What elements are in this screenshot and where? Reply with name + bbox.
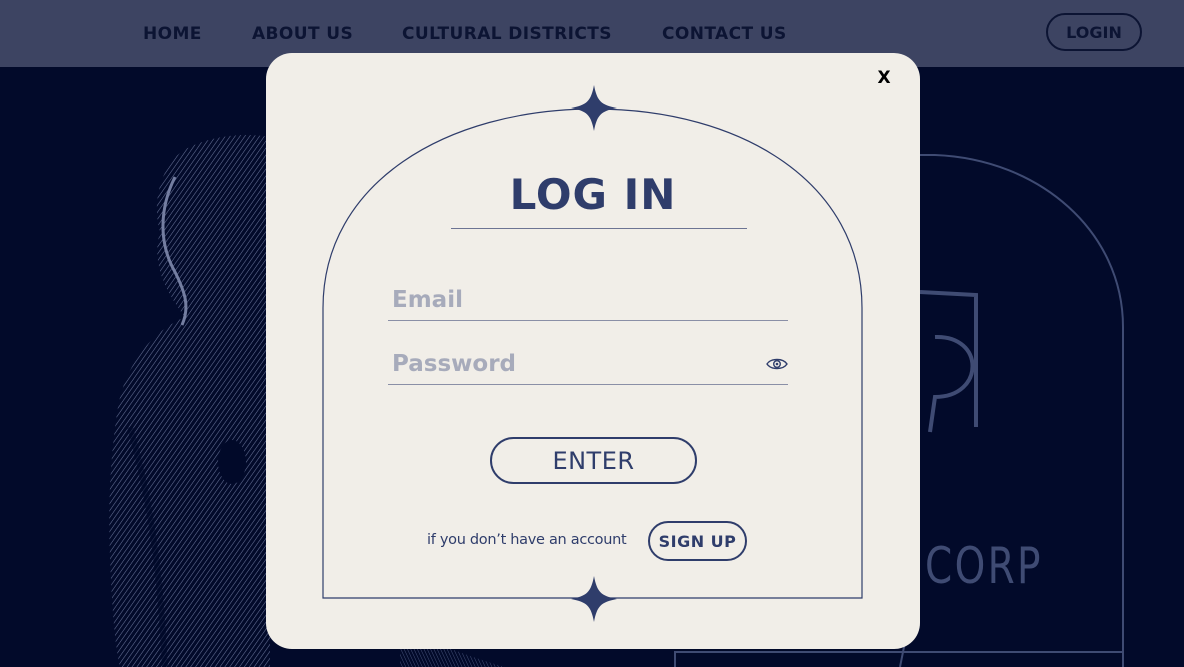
title-divider bbox=[451, 228, 747, 229]
login-modal: X LOG IN ENTER if you don’t have an acco… bbox=[266, 53, 920, 649]
nav-about-us[interactable]: ABOUT US bbox=[252, 24, 353, 44]
nav-home[interactable]: HOME bbox=[143, 24, 202, 44]
eye-icon[interactable] bbox=[766, 356, 788, 372]
signup-prompt: if you don’t have an account bbox=[427, 532, 627, 548]
top-sparkle-icon bbox=[571, 85, 617, 131]
signup-button[interactable]: SIGN UP bbox=[648, 521, 747, 561]
bottom-sparkle-icon bbox=[571, 576, 617, 622]
email-input[interactable] bbox=[392, 281, 752, 319]
close-button[interactable]: X bbox=[877, 69, 891, 87]
password-field-wrapper bbox=[388, 345, 788, 385]
enter-button[interactable]: ENTER bbox=[490, 437, 697, 484]
password-input[interactable] bbox=[392, 345, 752, 383]
nav-login-button[interactable]: LOGIN bbox=[1046, 13, 1142, 51]
modal-title: LOG IN bbox=[509, 170, 677, 219]
brand-wordmark: CORP bbox=[925, 537, 1043, 595]
nav-contact-us[interactable]: CONTACT US bbox=[662, 24, 787, 44]
nav-cultural-districts[interactable]: CULTURAL DISTRICTS bbox=[402, 24, 612, 44]
email-field-wrapper bbox=[388, 281, 788, 321]
